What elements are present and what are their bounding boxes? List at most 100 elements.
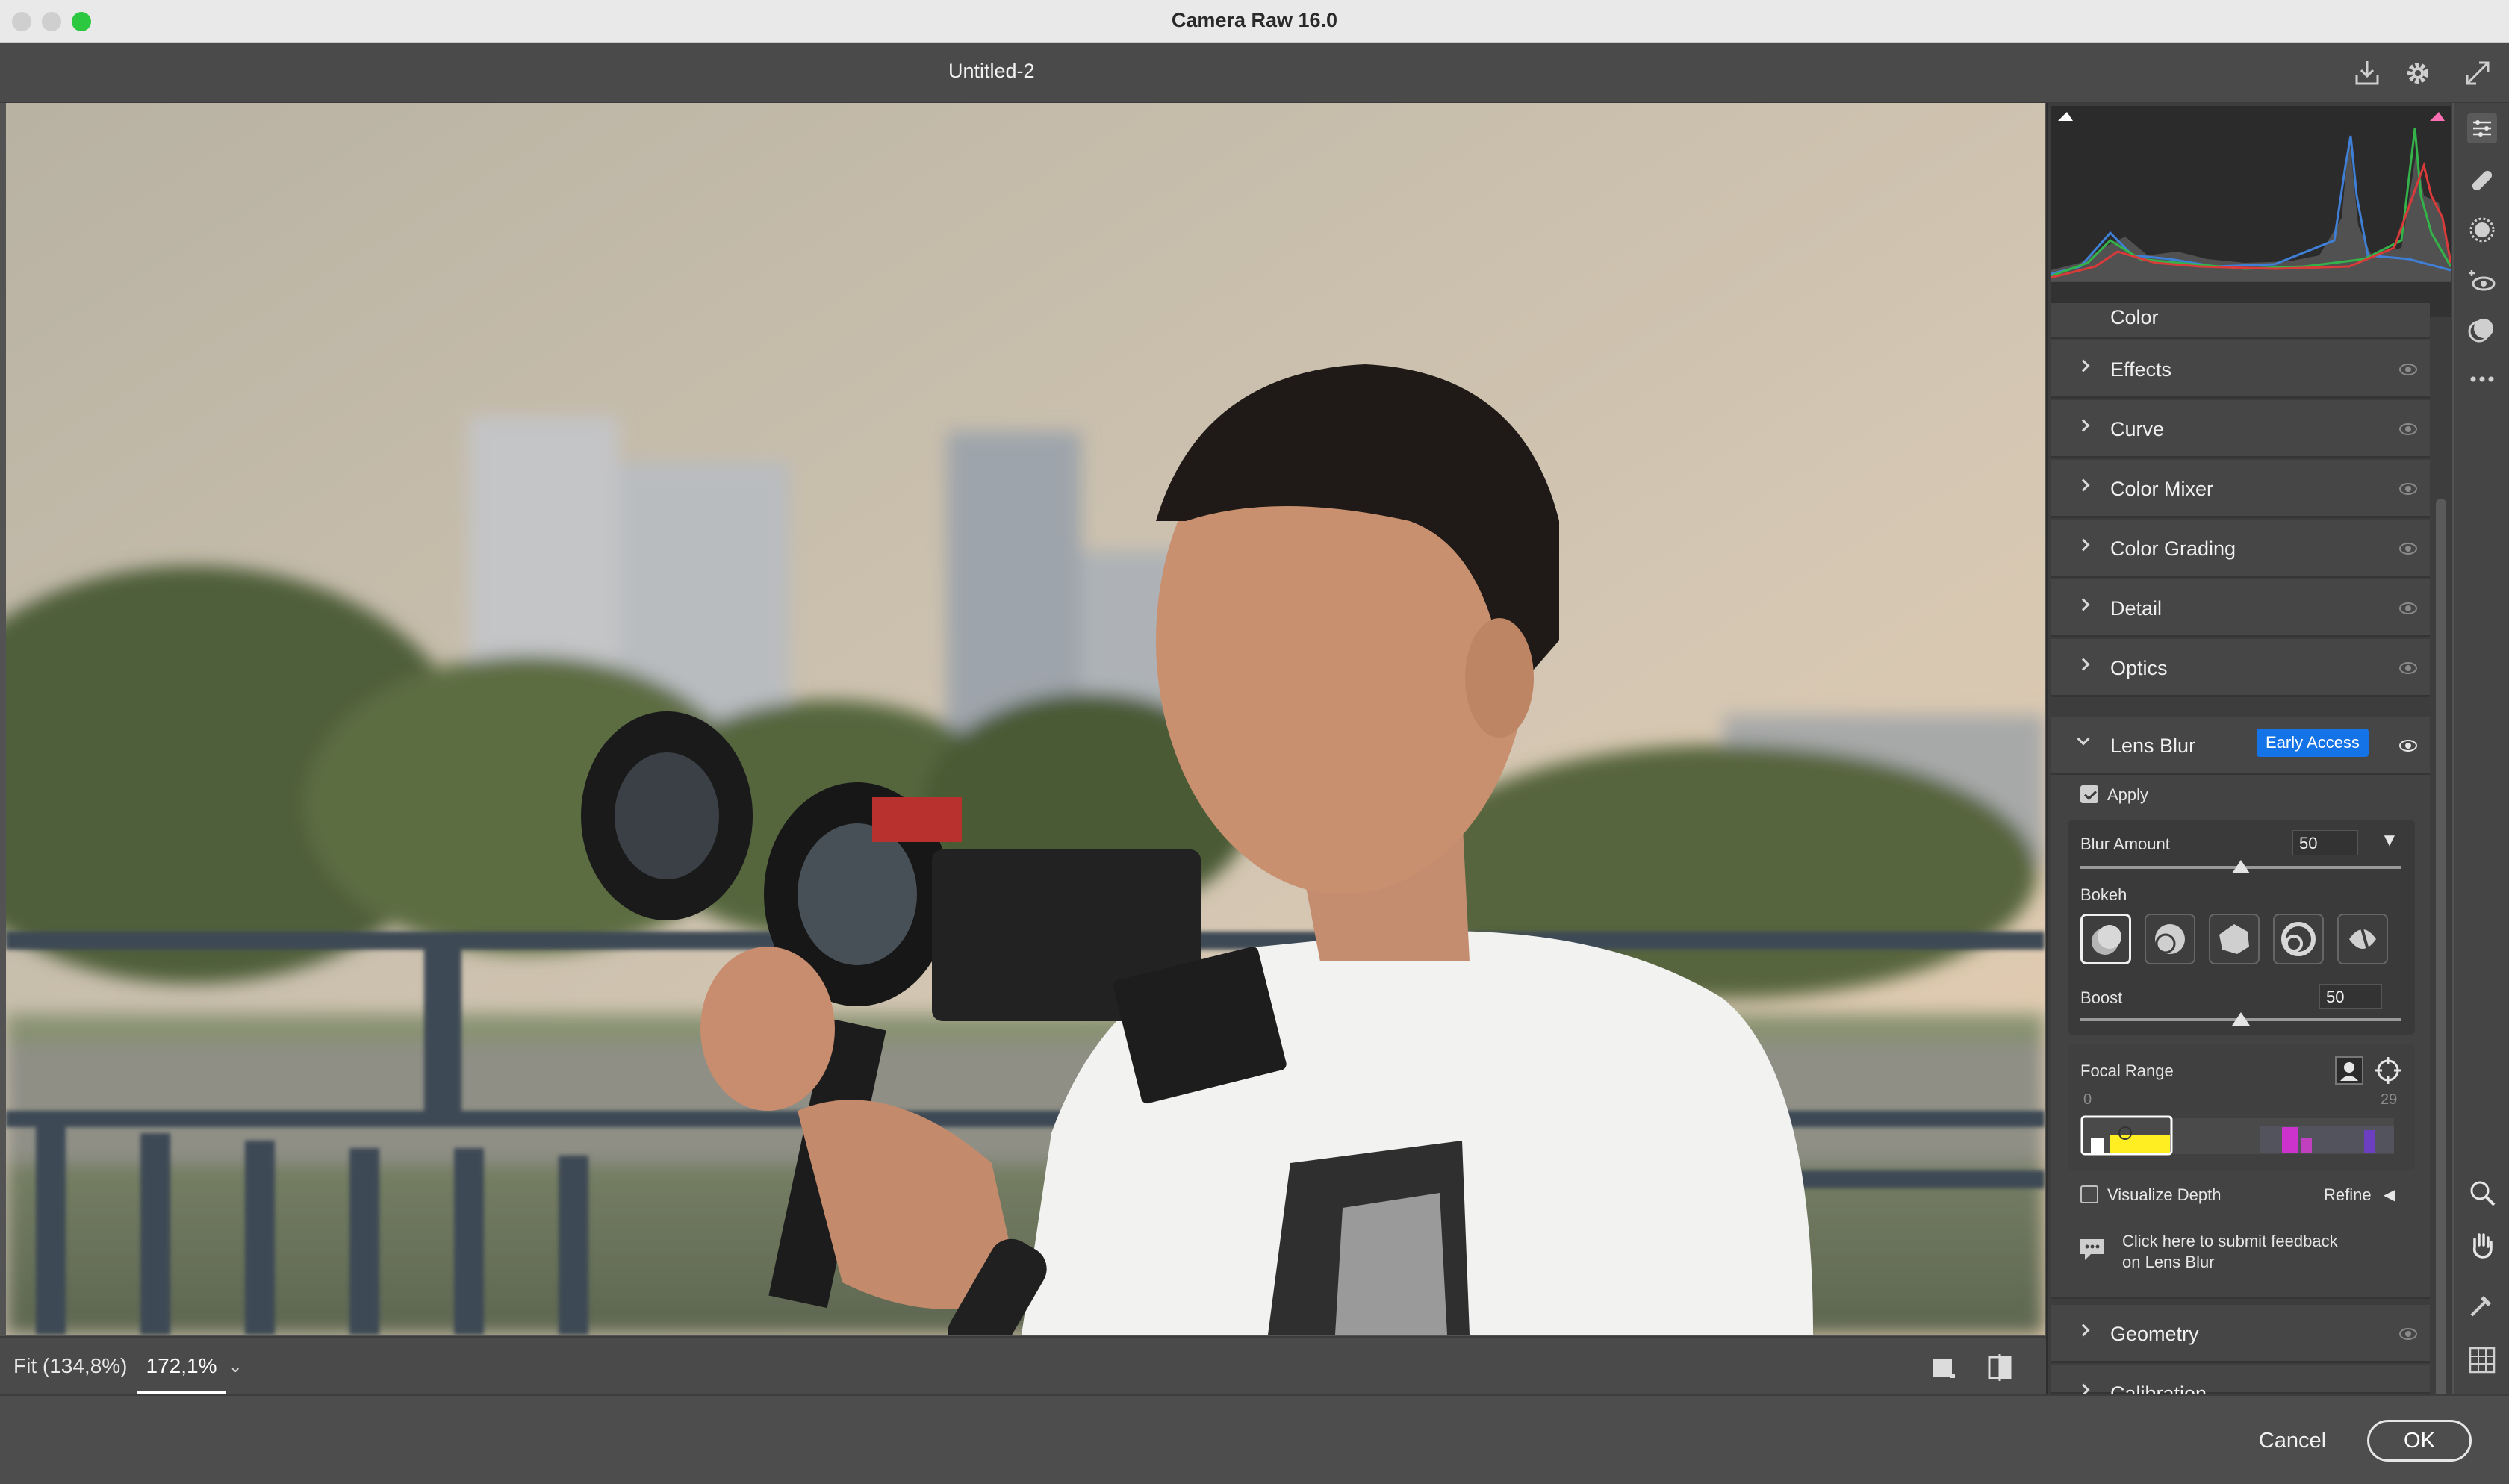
presets-icon[interactable] — [2467, 315, 2497, 345]
edit-icon[interactable] — [2467, 113, 2497, 143]
section-color[interactable]: Color — [2051, 303, 2430, 339]
photo-preview — [6, 103, 2045, 1335]
document-title: Untitled-2 — [948, 60, 1035, 82]
eye-icon[interactable] — [2398, 421, 2418, 437]
section-geometry[interactable]: Geometry — [2051, 1305, 2430, 1363]
section-label: Geometry — [2110, 1323, 2199, 1345]
eye-icon[interactable] — [2398, 600, 2418, 617]
chevron-right-icon — [2077, 1324, 2090, 1337]
focal-range-graph[interactable] — [2080, 1115, 2394, 1157]
gear-icon[interactable] — [2401, 57, 2434, 90]
chevron-right-icon — [2077, 1383, 2090, 1394]
save-icon[interactable] — [2351, 57, 2384, 90]
image-canvas[interactable] — [6, 103, 2045, 1335]
chevron-right-icon — [2077, 478, 2090, 492]
sampler-icon[interactable] — [2467, 1290, 2497, 1320]
feedback-icon[interactable] — [2077, 1235, 2107, 1265]
eye-icon[interactable] — [2398, 660, 2418, 676]
focal-max-value: 29 — [2381, 1091, 2398, 1108]
bubble-bokeh-icon[interactable] — [2145, 914, 2195, 964]
histogram-graph — [2050, 112, 2452, 282]
section-color-mixer[interactable]: Color Mixer — [2051, 460, 2430, 518]
before-after-icon[interactable] — [1985, 1353, 2015, 1382]
panel-scrollbar[interactable] — [2436, 499, 2446, 1394]
section-optics[interactable]: Optics — [2051, 639, 2430, 697]
lens-blur-header[interactable]: Lens Blur Early Access — [2051, 717, 2430, 775]
section-lens-blur: Lens Blur Early Access Apply Blur Amount… — [2051, 717, 2430, 1299]
grid-icon[interactable] — [2467, 1345, 2497, 1375]
focal-min-value: 0 — [2083, 1091, 2092, 1108]
section-detail[interactable]: Detail — [2051, 579, 2430, 637]
section-label: Lens Blur — [2110, 735, 2196, 757]
chevron-down-icon — [2077, 732, 2090, 746]
zoom-icon[interactable] — [2467, 1178, 2497, 1208]
refine-toggle[interactable]: Refine — [2324, 1185, 2372, 1205]
window-title-bar: Camera Raw 16.0 — [0, 0, 2509, 43]
feedback-link-line1[interactable]: Click here to submit feedback — [2122, 1232, 2338, 1251]
apply-checkbox[interactable] — [2080, 785, 2098, 803]
hand-icon[interactable] — [2467, 1230, 2497, 1260]
adjustments-panel: Color Effects Curve Color Mixer Color Gr… — [2046, 103, 2452, 1394]
tool-strip — [2454, 103, 2509, 1394]
mask-icon[interactable] — [2467, 215, 2497, 245]
zoom-bar: Fit (134,8%) 172,1% ⌄ — [0, 1336, 2046, 1394]
blur-amount-input[interactable]: 50 — [2292, 830, 2358, 855]
eye-icon[interactable] — [2398, 738, 2418, 754]
eye-icon[interactable] — [2398, 481, 2418, 497]
zoom-dropdown-icon[interactable]: ⌄ — [228, 1357, 242, 1377]
document-header: Untitled-2 — [0, 43, 2509, 103]
bokeh-label: Bokeh — [2080, 885, 2127, 904]
section-color-grading[interactable]: Color Grading — [2051, 520, 2430, 578]
ring-bokeh-icon[interactable] — [2273, 914, 2324, 964]
subject-focus-icon[interactable] — [2334, 1056, 2364, 1085]
section-label: Detail — [2110, 597, 2163, 620]
section-label: Color Grading — [2110, 537, 2236, 560]
apply-label: Apply — [2107, 785, 2149, 804]
histogram — [2050, 106, 2452, 282]
circle-bokeh-icon[interactable] — [2080, 914, 2131, 964]
boost-label: Boost — [2080, 988, 2123, 1007]
visualize-depth-label: Visualize Depth — [2107, 1185, 2222, 1204]
cat-eye-bokeh-icon[interactable] — [2337, 914, 2388, 964]
chevron-right-icon — [2077, 419, 2090, 432]
dialog-footer: Cancel OK — [0, 1394, 2509, 1484]
section-label: Effects — [2110, 358, 2172, 381]
eye-icon[interactable] — [2398, 540, 2418, 557]
section-label: Color — [2110, 306, 2159, 328]
section-curve[interactable]: Curve — [2051, 400, 2430, 458]
bladed-bokeh-icon[interactable] — [2209, 914, 2260, 964]
chevron-right-icon — [2077, 359, 2090, 372]
healing-icon[interactable] — [2467, 166, 2497, 196]
eye-icon[interactable] — [2398, 1326, 2418, 1342]
target-focus-icon[interactable] — [2373, 1056, 2403, 1085]
more-icon[interactable] — [2467, 364, 2497, 394]
red-eye-icon[interactable] — [2467, 266, 2497, 296]
feedback-link-line2[interactable]: on Lens Blur — [2122, 1253, 2215, 1272]
single-view-icon[interactable] — [1928, 1353, 1958, 1382]
section-label: Curve — [2110, 418, 2165, 440]
boost-input[interactable]: 50 — [2319, 984, 2382, 1009]
ok-button[interactable]: OK — [2367, 1420, 2472, 1462]
bokeh-options — [2080, 914, 2401, 967]
window-title: Camera Raw 16.0 — [1171, 9, 1338, 31]
zoom-level[interactable]: 172,1% — [137, 1338, 226, 1394]
triangle-left-icon[interactable]: ◀ — [2384, 1185, 2395, 1204]
zoom-fit-option[interactable]: Fit (134,8%) — [13, 1354, 128, 1378]
eye-icon[interactable] — [2398, 361, 2418, 378]
focal-range-label: Focal Range — [2080, 1061, 2174, 1080]
chevron-right-icon — [2077, 538, 2090, 552]
boost-slider-handle[interactable] — [2232, 1012, 2250, 1026]
focal-range-box: Focal Range 0 29 — [2068, 1044, 2415, 1170]
blur-amount-slider-handle[interactable] — [2232, 860, 2250, 873]
blur-options-dropdown-icon[interactable]: ▼ — [2381, 830, 2398, 851]
fullscreen-icon[interactable] — [2461, 57, 2494, 90]
visualize-depth-checkbox[interactable] — [2080, 1185, 2098, 1203]
section-calibration[interactable]: Calibration — [2051, 1365, 2430, 1394]
section-label: Calibration — [2110, 1382, 2207, 1394]
section-effects[interactable]: Effects — [2051, 340, 2430, 399]
early-access-badge: Early Access — [2257, 729, 2369, 757]
cancel-button[interactable]: Cancel — [2240, 1420, 2345, 1462]
blur-amount-label: Blur Amount — [2080, 835, 2170, 853]
chevron-right-icon — [2077, 598, 2090, 611]
chevron-right-icon — [2077, 658, 2090, 671]
